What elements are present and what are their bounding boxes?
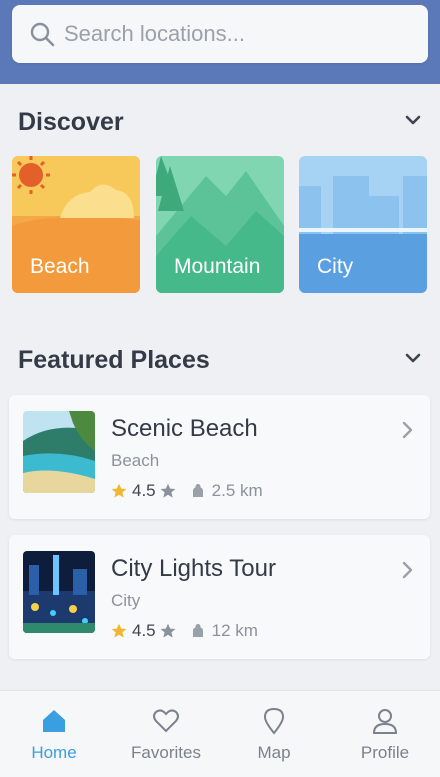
tab-label: Map: [257, 743, 291, 762]
category-mountain[interactable]: Mountain: [156, 156, 284, 293]
header-bar: [0, 0, 440, 84]
star-outline-icon: [160, 623, 176, 638]
place-open-button[interactable]: [400, 561, 414, 584]
place-title: City Lights Tour: [111, 555, 276, 582]
category-beach[interactable]: Beach: [12, 156, 140, 293]
place-meta: 4.5 2.5 km: [111, 481, 263, 501]
tab-favorites[interactable]: Favorites: [116, 707, 216, 767]
tab-label: Profile: [360, 743, 410, 762]
featured-header: Featured Places: [18, 342, 422, 378]
place-title: Scenic Beach: [111, 415, 258, 442]
chevron-down-icon: [405, 115, 421, 124]
tab-label: Favorites: [131, 743, 201, 762]
place-category: City: [111, 591, 141, 610]
search-bar[interactable]: [12, 5, 428, 63]
tab-label: Home: [31, 743, 77, 762]
featured-collapse-toggle[interactable]: [404, 349, 422, 372]
place-open-button[interactable]: [400, 421, 414, 444]
tab-map[interactable]: Map: [224, 707, 324, 767]
place-rating: 4.5: [132, 481, 156, 500]
main-content: Discover Beach Mountain City Featured Pl…: [0, 84, 440, 690]
discover-title: Discover: [18, 107, 124, 136]
user-icon: [372, 709, 398, 734]
category-label: Beach: [30, 255, 90, 278]
place-card[interactable]: City Lights Tour City 4.5 12 km: [9, 535, 430, 659]
category-list: Beach Mountain City: [12, 156, 440, 293]
star-icon: [111, 483, 127, 498]
category-label: City: [317, 255, 354, 278]
heart-icon: [153, 709, 179, 733]
category-city[interactable]: City: [299, 156, 427, 293]
star-outline-icon: [160, 483, 176, 498]
home-icon: [43, 710, 65, 732]
place-thumbnail: [23, 411, 95, 493]
search-icon: [30, 22, 55, 47]
chevron-right-icon: [402, 561, 413, 579]
tab-home[interactable]: Home: [4, 707, 104, 767]
tab-profile[interactable]: Profile: [335, 707, 435, 767]
place-thumbnail: [23, 551, 95, 633]
place-distance: 2.5 km: [211, 481, 263, 500]
chevron-down-icon: [405, 353, 421, 362]
place-meta: 4.5 12 km: [111, 621, 258, 641]
location-icon: [192, 484, 203, 497]
location-icon: [192, 624, 203, 637]
place-distance: 12 km: [211, 621, 258, 640]
map-pin-icon: [263, 707, 285, 735]
bottom-tab-bar: Home Favorites Map Profile: [0, 690, 440, 777]
place-rating: 4.5: [132, 621, 156, 640]
category-label: Mountain: [174, 255, 261, 278]
star-icon: [111, 623, 127, 638]
place-card[interactable]: Scenic Beach Beach 4.5 2.5 km: [9, 395, 430, 519]
search-input[interactable]: [64, 21, 404, 47]
featured-title: Featured Places: [18, 345, 210, 374]
place-category: Beach: [111, 451, 160, 470]
chevron-right-icon: [402, 421, 413, 439]
discover-header: Discover: [18, 104, 422, 140]
discover-collapse-toggle[interactable]: [404, 111, 422, 134]
